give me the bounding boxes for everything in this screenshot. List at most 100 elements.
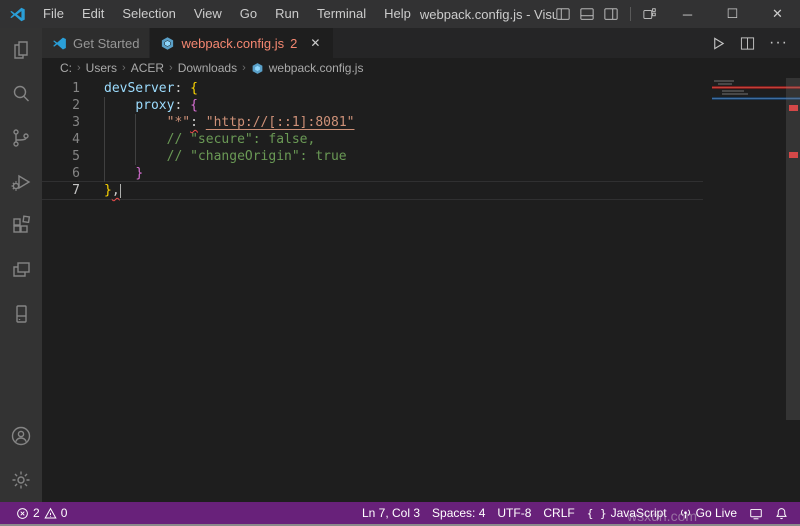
code-line-6[interactable]: 6 }: [42, 165, 800, 182]
code-lines: 1devServer: {2 proxy: {3 "*": "http://[:…: [42, 80, 800, 199]
tab-get-started[interactable]: Get Started: [42, 28, 150, 58]
code-text: "*": "http://[::1]:8081": [104, 114, 354, 131]
error-count: 2: [33, 506, 40, 520]
language-mode[interactable]: { } JavaScript: [581, 502, 673, 524]
code-line-4[interactable]: 4 // "secure": false,: [42, 131, 800, 148]
breadcrumb-file[interactable]: webpack.config.js: [251, 61, 364, 75]
extensions-icon[interactable]: [0, 204, 42, 248]
menu-item-file[interactable]: File: [34, 0, 73, 28]
toggle-sidebar-icon[interactable]: [556, 7, 570, 21]
line-number: 4: [42, 131, 80, 148]
minimap-line: [714, 80, 734, 82]
chevron-right-icon: ›: [240, 62, 248, 74]
breadcrumb-filename: webpack.config.js: [269, 61, 364, 75]
maximize-button[interactable]: ☐: [710, 0, 755, 28]
toggle-secondary-sidebar-icon[interactable]: [604, 7, 618, 21]
activity-bar: [0, 28, 42, 502]
warning-count: 0: [61, 506, 68, 520]
bell-icon: [775, 507, 788, 520]
breadcrumb-item[interactable]: Users: [86, 61, 117, 75]
minimap-line: [722, 90, 744, 92]
menu-item-go[interactable]: Go: [231, 0, 266, 28]
line-number: 2: [42, 97, 80, 114]
settings-gear-icon[interactable]: [0, 458, 42, 502]
menu-item-terminal[interactable]: Terminal: [308, 0, 375, 28]
tab-close-icon[interactable]: ✕: [307, 35, 323, 51]
code-line-7[interactable]: 7},: [42, 182, 800, 199]
code-line-2[interactable]: 2 proxy: {: [42, 97, 800, 114]
status-bar: 2 0 Ln 7, Col 3 Spaces: 4 UTF-8 CRLF { }…: [0, 502, 800, 524]
search-icon[interactable]: [0, 72, 42, 116]
code-text: // "changeOrigin": true: [104, 148, 347, 165]
split-editor-icon[interactable]: [740, 36, 755, 51]
close-window-button[interactable]: ✕: [755, 0, 800, 28]
code-text: devServer: {: [104, 80, 198, 97]
account-icon[interactable]: [0, 414, 42, 458]
windows-extension-icon[interactable]: [0, 248, 42, 292]
layout-controls: [556, 7, 657, 21]
minimize-button[interactable]: ─: [665, 0, 710, 28]
vscode-tab-icon: [52, 36, 67, 51]
encoding-setting[interactable]: UTF-8: [491, 502, 537, 524]
more-actions-icon[interactable]: ···: [769, 34, 788, 52]
indentation-setting[interactable]: Spaces: 4: [426, 502, 491, 524]
tab-webpack-config[interactable]: webpack.config.js 2 ✕: [150, 28, 333, 58]
screencast-button[interactable]: [743, 502, 769, 524]
vertical-scrollbar[interactable]: [786, 78, 800, 502]
problems-indicator[interactable]: 2 0: [10, 502, 73, 524]
braces-icon: { }: [587, 507, 607, 520]
menu-item-run[interactable]: Run: [266, 0, 308, 28]
explorer-icon[interactable]: [0, 28, 42, 72]
toggle-panel-icon[interactable]: [580, 7, 594, 21]
tab-bar: Get Started webpack.config.js 2 ✕: [42, 28, 800, 58]
code-text: }: [104, 165, 143, 182]
menu-item-edit[interactable]: Edit: [73, 0, 113, 28]
breadcrumb-item[interactable]: ACER: [131, 61, 164, 75]
breadcrumb-item[interactable]: C:: [60, 61, 72, 75]
menu-item-view[interactable]: View: [185, 0, 231, 28]
title-bar: FileEditSelectionViewGoRunTerminalHelp w…: [0, 0, 800, 28]
tab-get-started-label: Get Started: [73, 36, 139, 51]
language-label: JavaScript: [611, 506, 667, 520]
tab-problem-badge: 2: [290, 36, 297, 51]
code-text: },: [104, 182, 121, 199]
menu-bar: FileEditSelectionViewGoRunTerminalHelp: [34, 0, 420, 28]
webpack-file-icon: [251, 62, 264, 75]
chevron-right-icon: ›: [120, 62, 128, 74]
line-number: 6: [42, 165, 80, 182]
line-number: 1: [42, 80, 80, 97]
breadcrumb-item[interactable]: Downloads: [178, 61, 237, 75]
code-text: proxy: {: [104, 97, 198, 114]
run-debug-icon[interactable]: [0, 160, 42, 204]
screencast-icon: [749, 507, 763, 520]
menu-item-help[interactable]: Help: [375, 0, 420, 28]
editor-actions: ···: [711, 28, 800, 58]
run-file-icon[interactable]: [711, 36, 726, 51]
chevron-right-icon: ›: [167, 62, 175, 74]
source-control-icon[interactable]: [0, 116, 42, 160]
notifications-button[interactable]: [769, 502, 794, 524]
minimap[interactable]: [712, 78, 786, 122]
code-line-1[interactable]: 1 devServer: {: [42, 80, 800, 97]
line-number: 7: [42, 182, 80, 199]
scrollbar-slider[interactable]: [786, 78, 800, 420]
text-cursor: [120, 184, 121, 198]
tab-webpack-label: webpack.config.js: [181, 36, 284, 51]
cursor-position[interactable]: Ln 7, Col 3: [356, 502, 426, 524]
code-line-3[interactable]: 3 "*": "http://[::1]:8081": [42, 114, 800, 131]
error-icon: [16, 507, 29, 520]
code-editor[interactable]: 1devServer: {2 proxy: {3 "*": "http://[:…: [42, 78, 800, 502]
customize-layout-icon[interactable]: [643, 7, 657, 21]
menu-item-selection[interactable]: Selection: [113, 0, 184, 28]
go-live-button[interactable]: Go Live: [673, 502, 743, 524]
notebook-extension-icon[interactable]: [0, 292, 42, 336]
vscode-window: FileEditSelectionViewGoRunTerminalHelp w…: [0, 0, 800, 526]
titlebar-divider: [630, 7, 631, 21]
line-number: 5: [42, 148, 80, 165]
code-line-5[interactable]: 5 // "changeOrigin": true: [42, 148, 800, 165]
chevron-right-icon: ›: [75, 62, 83, 74]
minimap-line: [718, 83, 732, 85]
overview-error-marker: [789, 152, 798, 158]
minimap-line: [722, 93, 748, 95]
eol-setting[interactable]: CRLF: [537, 502, 580, 524]
